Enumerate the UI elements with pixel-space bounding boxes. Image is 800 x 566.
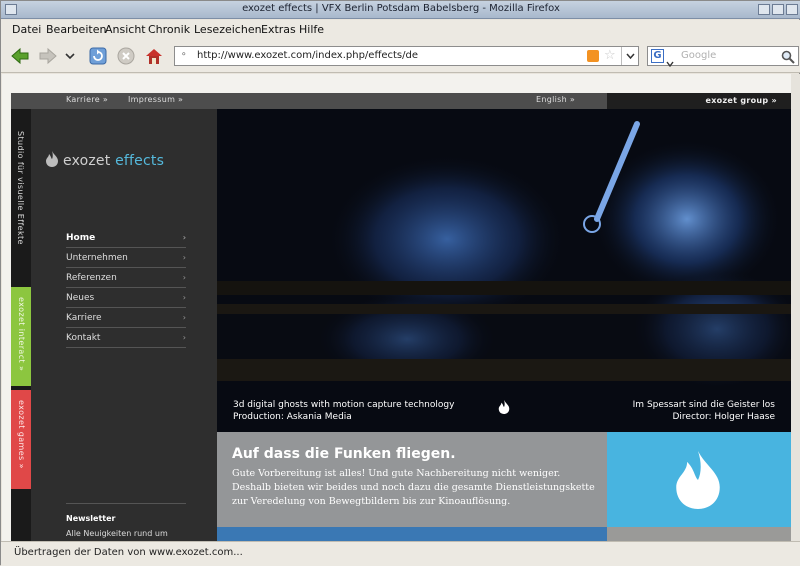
browser-window: exozet effects | VFX Berlin Potsdam Babe…: [0, 0, 800, 566]
top-link-english[interactable]: English »: [536, 95, 575, 104]
menu-hilfe[interactable]: Hilfe: [299, 23, 324, 36]
nav-referenzen-label: Referenzen: [66, 273, 117, 283]
top-link-group[interactable]: exozet group »: [705, 96, 777, 105]
hero-caption-right-line1: Im Spessart sind die Geister los: [632, 400, 775, 410]
reload-icon[interactable]: [87, 45, 109, 67]
newsletter-title: Newsletter: [66, 514, 116, 523]
page-content: Karriere » Impressum » English » exozet …: [2, 74, 800, 541]
newsletter-box: Newsletter Alle Neuigkeiten rund um exoz…: [66, 503, 186, 541]
stop-icon[interactable]: [115, 45, 137, 67]
newsletter-link[interactable]: Alle Neuigkeiten rund um exozet finden S…: [66, 528, 186, 541]
flame-box: [607, 432, 791, 527]
blue-teaser-bar: [217, 527, 607, 541]
google-icon[interactable]: G: [651, 49, 664, 63]
chevron-down-icon[interactable]: [63, 45, 77, 67]
menu-datei[interactable]: Datei: [12, 23, 41, 36]
maximize-button[interactable]: [772, 4, 784, 15]
flame-icon: [676, 451, 720, 509]
hero-image: 3d digital ghosts with motion capture te…: [217, 109, 791, 432]
interact-tab[interactable]: exozet interact »: [11, 287, 31, 386]
nav-karriere[interactable]: Karriere ›: [66, 309, 186, 328]
status-bar: Übertragen der Daten von www.exozet.com.…: [1, 541, 800, 566]
nav-neues-label: Neues: [66, 293, 95, 303]
nav-karriere-label: Karriere: [66, 313, 102, 323]
nav-home-label: Home: [66, 233, 96, 243]
site-logo[interactable]: exozet effects: [44, 150, 164, 169]
site-sidebar: Studio für visuelle Effekte exozet inter…: [11, 109, 217, 541]
hero-caption-left-line1: 3d digital ghosts with motion capture te…: [233, 400, 455, 410]
rss-feed-icon[interactable]: [587, 50, 599, 62]
menu-ansicht[interactable]: Ansicht: [105, 23, 146, 36]
chevron-down-icon[interactable]: [666, 52, 674, 71]
hero-caption-left-line2: Production: Askania Media: [233, 412, 352, 422]
vertical-scrollbar[interactable]: [791, 74, 800, 541]
nav-kontakt-label: Kontakt: [66, 333, 101, 343]
minimize-button[interactable]: [758, 4, 770, 15]
games-tab-label: exozet games »: [17, 400, 26, 469]
nav-unternehmen-label: Unternehmen: [66, 253, 128, 263]
games-tab[interactable]: exozet games »: [11, 390, 31, 489]
site-tagline: Studio für visuelle Effekte: [16, 131, 25, 245]
forward-arrow-icon[interactable]: [37, 45, 59, 67]
menu-bar: Datei Bearbeiten Ansicht Chronik Lesezei…: [1, 20, 800, 39]
hero-caption-right: Im Spessart sind die Geister los Directo…: [633, 399, 775, 423]
hero-ghosts-illustration: [217, 109, 791, 432]
address-text: http://www.exozet.com/index.php/effects/…: [197, 50, 418, 61]
grey-teaser-bar: [607, 527, 791, 541]
nav-unternehmen[interactable]: Unternehmen ›: [66, 249, 186, 268]
menu-lesezeichen[interactable]: Lesezeichen: [194, 23, 262, 36]
magnifier-icon[interactable]: [781, 49, 795, 68]
home-icon[interactable]: [143, 45, 165, 67]
logo-word: exozet: [63, 153, 111, 169]
hero-caption-left: 3d digital ghosts with motion capture te…: [233, 399, 454, 423]
menu-bearbeiten[interactable]: Bearbeiten: [46, 23, 106, 36]
menu-extras[interactable]: Extras: [261, 23, 296, 36]
chevron-right-icon: ›: [182, 233, 186, 242]
hero-caption-right-line2: Director: Holger Haase: [672, 412, 776, 422]
title-bar[interactable]: exozet effects | VFX Berlin Potsdam Babe…: [1, 1, 800, 19]
site-identity-icon[interactable]: ⚬: [180, 50, 188, 60]
interact-tab-label: exozet interact »: [17, 297, 26, 372]
vertical-strip: Studio für visuelle Effekte exozet inter…: [11, 109, 31, 541]
logo-accent: effects: [115, 153, 165, 169]
status-text: Übertragen der Daten von www.exozet.com.…: [14, 547, 243, 558]
top-link-impressum[interactable]: Impressum »: [128, 95, 183, 104]
nav-referenzen[interactable]: Referenzen ›: [66, 269, 186, 288]
info-heading: Auf dass die Funken fliegen.: [232, 446, 456, 462]
url-dropdown-button[interactable]: [621, 47, 638, 65]
chevron-right-icon: ›: [182, 273, 186, 282]
chevron-right-icon: ›: [182, 333, 186, 342]
chevron-right-icon: ›: [182, 253, 186, 262]
flame-icon: [497, 399, 511, 419]
back-arrow-icon[interactable]: [9, 45, 31, 67]
close-window-button[interactable]: [786, 4, 798, 15]
window-title: exozet effects | VFX Berlin Potsdam Babe…: [242, 3, 560, 14]
search-input[interactable]: Google: [681, 50, 716, 61]
nav-kontakt[interactable]: Kontakt ›: [66, 329, 186, 348]
star-icon[interactable]: ☆: [604, 48, 616, 63]
nav-neues[interactable]: Neues ›: [66, 289, 186, 308]
menu-chronik[interactable]: Chronik: [148, 23, 190, 36]
top-link-karriere[interactable]: Karriere »: [66, 95, 108, 104]
info-box: Auf dass die Funken fliegen. Gute Vorber…: [217, 432, 607, 527]
chevron-right-icon: ›: [182, 293, 186, 302]
exozet-group-bar: exozet group »: [607, 93, 791, 109]
nav-home[interactable]: Home ›: [66, 229, 186, 248]
window-menu-button[interactable]: [5, 4, 17, 15]
flame-icon: [46, 151, 58, 167]
info-text: Gute Vorbereitung ist alles! Und gute Na…: [232, 468, 595, 507]
search-bar[interactable]: G Google: [647, 46, 799, 68]
address-bar[interactable]: ⚬ http://www.exozet.com/index.php/effect…: [174, 46, 639, 66]
chevron-right-icon: ›: [182, 313, 186, 322]
